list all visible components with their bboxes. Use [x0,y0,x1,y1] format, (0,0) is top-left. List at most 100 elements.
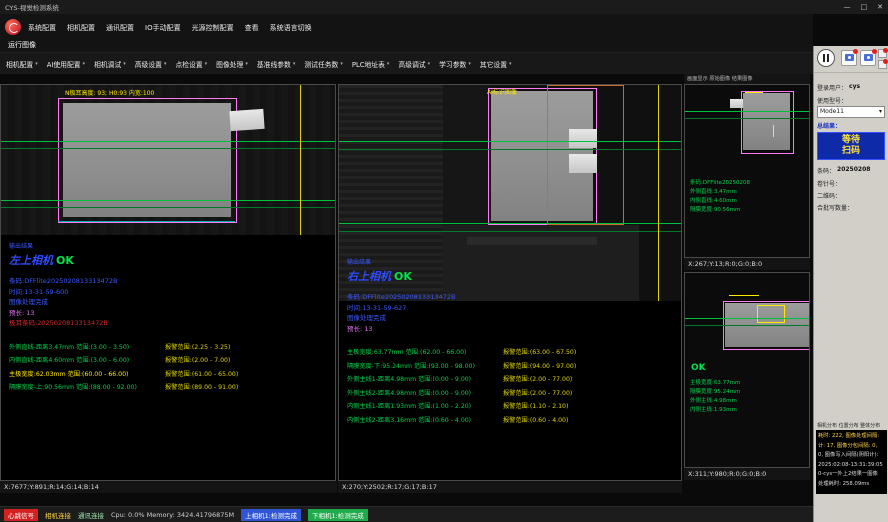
menubar-item[interactable]: 相机配置 [67,23,95,33]
statistics-line: 计: 17, 图像分包间隔: 0, [818,442,885,452]
toolbar-item[interactable]: 高级设置▾ [135,59,167,69]
alarm-range: 报警范围:(2.00 - 7.00) [165,355,230,364]
chevron-down-icon: ▾ [387,61,390,67]
toolbar-item[interactable]: 高级调试▾ [398,59,430,69]
chevron-down-icon: ▾ [509,61,512,67]
mini-toggle-2[interactable] [878,60,887,69]
toolbar-item[interactable]: 其它设置▾ [480,59,512,69]
camera-tool-button-2[interactable] [860,50,876,66]
toolbar: 相机配置▾ AI使用配置▾ 相机调试▾ 高级设置▾ 点检设置▾ 图像处理▾ 基准… [0,52,813,74]
statistics-line: 处理耗时: 258.09ms [818,480,885,490]
result-overlay-left: 输出结果 左上相机OK 条码:DFFlite2025020813313472B … [9,241,333,396]
reference-line-green [339,231,681,232]
menubar-item[interactable]: 光源控制配置 [192,23,234,33]
reference-line-green [339,141,681,142]
measurement-row: 主极宽度:62.03mm 范围:(60.00 - 66.00) 报警范围:(61… [9,369,333,383]
thumb-result-line: 内侧直线:4.60mm [690,197,750,206]
cursor-line-yellow [300,85,301,235]
tab-connector-image [229,109,264,131]
mini-toggle-1[interactable] [878,49,887,58]
tab-run-image[interactable]: 运行图像 [8,40,36,50]
roi-frame-yellow [757,305,785,323]
menubar-item[interactable]: 查看 [245,23,259,33]
camera-result-title: 左上相机OK [9,252,333,268]
reference-line-green [339,149,681,150]
reference-line-green [685,325,809,326]
measurement-rows: 主极宽度:63.77mm 范围:(62.00 - 66.00) 报警范围:(63… [347,347,679,428]
model-select-value: Mode11 [820,107,844,117]
statistics-line: 2025:02:08-13:31:39:05 [818,461,885,471]
comm-link-status: 通讯连接 [78,510,104,520]
ok-status: OK [394,270,412,283]
toolbar-item[interactable]: 相机调试▾ [94,59,126,69]
ok-status: OK [56,254,74,267]
window-controls: — □ ✕ [844,3,884,11]
camera-view-center: AI标识图像 输出结果 右上相机OK 条码:DFFlite20250208133… [338,84,682,481]
toolbar-item[interactable]: 学习参数▾ [439,59,471,69]
thumb-view-top[interactable]: 条码:DFFlite20250208 外侧直线:3.47mm 内侧直线:4.60… [684,84,810,258]
pixel-readout-thumb-bottom: X:311;Y:980;R:0;G:0;B:0 [684,468,810,480]
pause-button[interactable] [817,49,835,67]
measurement-row: 主极宽度:63.77mm 范围:(62.00 - 66.00) 报警范围:(63… [347,347,679,361]
total-result-line: 等待 [842,135,860,146]
measurement-value: 外侧主线2-距离4.98mm 范围:(0.00 - 9.00) [347,388,471,397]
toolbar-item[interactable]: 图像处理▾ [216,59,248,69]
chevron-down-icon: ▾ [35,61,38,67]
camera-image-left[interactable]: N极耳高度: 93; H0:93 内宽:100 [1,85,335,235]
barcode-label: 条码： [817,166,835,175]
statistics-line: 0, 图像写入间隔(阴阳计): [818,451,885,461]
time-text: 时间:13-31-59-627 [347,303,679,314]
notification-badge [872,49,877,54]
thumb-result-line: 外侧主线:4.98mm [690,397,740,406]
batch-count-label: 合批写数量： [817,203,885,212]
process-done-text: 图像处理完成 [9,297,333,308]
measurement-row: 内侧主线2-距离3.16mm 范围:(0.60 - 4.00) 报警范围:(0.… [347,415,679,429]
menubar-item[interactable]: 系统配置 [28,23,56,33]
thumb-result-line: 内侧主线:1.93mm [690,406,740,415]
thumb-result-line: 条码:DFFlite20250208 [690,179,750,188]
machinery-image [467,237,597,245]
main-menu: 系统配置 相机配置 通讯配置 IO手动配置 光源控制配置 查看 系统语言切换 [28,23,312,33]
alarm-range: 报警范围:(1.10 - 2.10) [503,401,568,410]
menubar-item[interactable]: IO手动配置 [145,23,181,33]
toolbar-item[interactable]: 相机配置▾ [6,59,38,69]
pause-icon [827,54,829,62]
reference-line-green [685,111,809,112]
thumb-result-line: 隔膜宽度:95.24mm [690,388,740,397]
minimize-button[interactable]: — [844,3,851,11]
toolbar-item[interactable]: 测试任务数▾ [304,59,343,69]
model-select[interactable]: Mode11 ▾ [817,106,885,118]
close-button[interactable]: ✕ [877,3,883,11]
thumb-image-bottom: OK 主极宽度:63.77mm 隔膜宽度:95.24mm 外侧主线:4.98mm… [685,273,809,467]
alarm-range: 报警范围:(0.60 - 4.00) [503,415,568,424]
toolbar-item[interactable]: 基准线参数▾ [257,59,296,69]
chevron-down-icon: ▾ [123,61,126,67]
tab-connector-image [730,99,743,108]
roi-frame-pink [58,98,237,223]
toolbar-item[interactable]: 点检设置▾ [175,59,207,69]
sidebar-fields: 登录用户： cys 使用型号： Mode11 ▾ 总结果： 等待 扫码 条码： … [814,73,888,217]
measurement-row: 外侧直线-距离3.47mm 范围:(3.00 - 3.50) 报警范围:(2.2… [9,342,333,356]
cpu-memory-readout: Cpu: 0.0% Memory: 3424.41796875M [111,511,234,519]
toolbar-item[interactable]: PLC地址表▾ [352,59,390,69]
statistics-header: 相机分布 位置分布 整体分布 [817,422,880,429]
menubar-item[interactable]: 通讯配置 [106,23,134,33]
measurement-row: 内侧主线1-距离1.93mm 范围:(1.00 - 2.20) 报警范围:(1.… [347,401,679,415]
menubar-item[interactable]: 系统语言切换 [270,23,312,33]
reference-line-green [685,118,809,119]
result-label: 输出结果 [9,241,333,250]
statistics-line: 耗时: 222, 图像处理间隔: [818,432,885,442]
time-text: 时间:13-31-59-600 [9,287,333,298]
maximize-button[interactable]: □ [861,3,868,11]
measurement-value: 隔膜宽度-上:90.56mm 范围:(88.00 - 92.00) [9,382,137,391]
thumb-view-bottom[interactable]: OK 主极宽度:63.77mm 隔膜宽度:95.24mm 外侧主线:4.98mm… [684,272,810,468]
top-camera-status-badge: 上相机1:检测完成 [241,509,301,521]
toolbar-item[interactable]: AI使用配置▾ [47,59,85,69]
barcode-text: 条码:DFFlite2025020813313472B [347,292,679,303]
camera-tool-button-1[interactable] [841,50,857,66]
app-window: CYS-视觉检测系统 — □ ✕ 系统配置 相机配置 通讯配置 IO手动配置 光… [0,0,888,522]
measure-mark-yellow [729,295,759,296]
tab-connector-image [569,129,597,148]
chevron-down-icon: ▾ [164,61,167,67]
notification-badge [883,48,888,53]
